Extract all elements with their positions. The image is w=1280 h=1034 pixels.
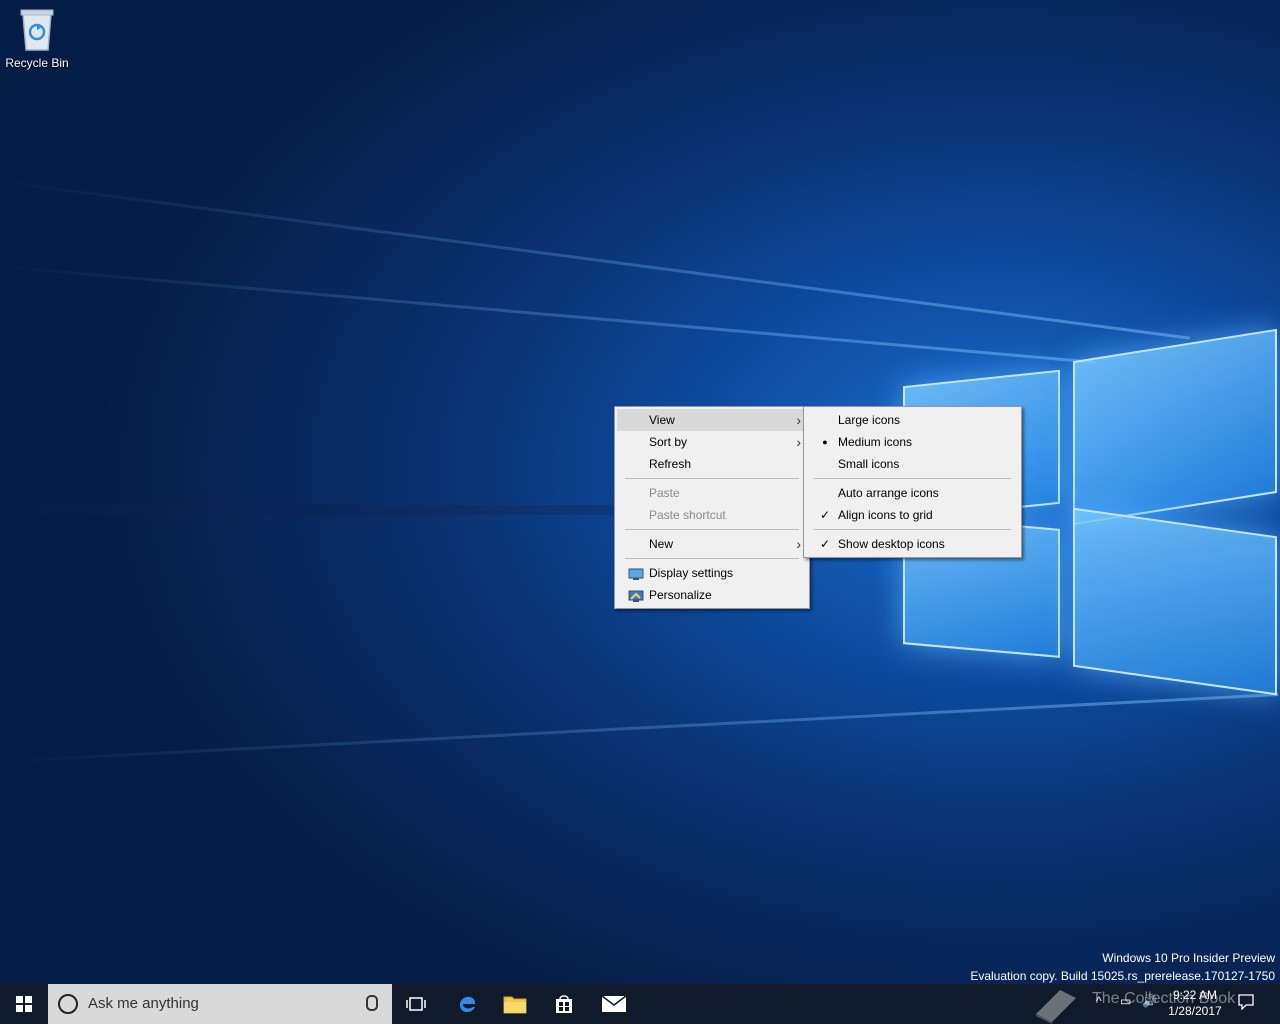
menu-separator xyxy=(814,478,1011,479)
menu-item-personalize-label: Personalize xyxy=(649,588,712,602)
watermark-build: Evaluation copy. Build 15025.rs_prerelea… xyxy=(970,969,1275,983)
large-icons-label: Large icons xyxy=(838,413,901,427)
submenu-item-show-desktop-icons[interactable]: ✓ Show desktop icons xyxy=(806,533,1019,555)
search-placeholder: Ask me anything xyxy=(88,995,199,1012)
submenu-item-small-icons[interactable]: Small icons xyxy=(806,453,1019,475)
show-hidden-icons-chevron[interactable]: ^ xyxy=(1096,994,1102,1034)
menu-item-sort-by-label: Sort by xyxy=(649,435,688,449)
medium-icons-label: Medium icons xyxy=(838,435,913,449)
view-submenu: Large icons ● Medium icons Small icons A… xyxy=(803,406,1022,558)
mail-icon xyxy=(601,995,627,1012)
menu-separator xyxy=(814,529,1011,530)
menu-separator xyxy=(625,478,799,479)
menu-item-personalize[interactable]: Personalize xyxy=(617,584,807,606)
edge-icon xyxy=(459,996,476,1013)
show-desktop-icons-label: Show desktop icons xyxy=(838,537,945,551)
auto-arrange-label: Auto arrange icons xyxy=(838,486,939,500)
clock[interactable]: 9:22 AM 1/28/2017 xyxy=(1165,987,1225,1027)
store-button[interactable] xyxy=(540,984,588,1024)
menu-item-display-settings-label: Display settings xyxy=(649,566,734,580)
recycle-bin-label: Recycle Bin xyxy=(5,56,69,70)
desktop-icon-recycle-bin[interactable]: Recycle Bin xyxy=(4,6,70,70)
chevron-right-icon: › xyxy=(796,536,801,552)
submenu-item-align-grid[interactable]: ✓ Align icons to grid xyxy=(806,504,1019,526)
submenu-item-auto-arrange[interactable]: Auto arrange icons xyxy=(806,482,1019,504)
volume-icon[interactable]: 🔊 xyxy=(1142,994,1157,1034)
menu-item-refresh[interactable]: Refresh xyxy=(617,453,807,475)
action-center-icon[interactable] xyxy=(1238,994,1254,1034)
taskbar: Ask me anything The Collection Book ^ ▭ … xyxy=(0,984,1280,1024)
clock-time: 9:22 AM xyxy=(1172,988,1218,1002)
menu-item-paste-label: Paste xyxy=(649,486,680,500)
watermark-edition: Windows 10 Pro Insider Preview xyxy=(1102,951,1275,965)
start-button[interactable] xyxy=(0,984,48,1024)
chevron-right-icon: › xyxy=(796,434,801,450)
clock-date: 1/28/2017 xyxy=(1168,1004,1222,1018)
checkmark-icon: ✓ xyxy=(819,508,831,522)
menu-item-sort-by[interactable]: Sort by › xyxy=(617,431,807,453)
network-icon[interactable]: ▭ xyxy=(1120,994,1131,1034)
personalize-icon xyxy=(627,584,645,606)
microphone-icon[interactable] xyxy=(366,995,378,1011)
submenu-item-large-icons[interactable]: Large icons xyxy=(806,409,1019,431)
build-watermark: Windows 10 Pro Insider Preview Evaluatio… xyxy=(970,949,1275,984)
display-settings-icon xyxy=(627,562,645,584)
store-icon xyxy=(556,995,572,1013)
menu-item-new-label: New xyxy=(649,537,674,551)
edge-button[interactable] xyxy=(443,984,491,1024)
menu-separator xyxy=(625,558,799,559)
menu-item-new[interactable]: New › xyxy=(617,533,807,555)
recycle-bin-icon xyxy=(17,6,57,52)
submenu-item-medium-icons[interactable]: ● Medium icons xyxy=(806,431,1019,453)
checkmark-icon: ✓ xyxy=(819,537,831,551)
tray-book-watermark xyxy=(1030,984,1100,1024)
small-icons-label: Small icons xyxy=(838,457,900,471)
menu-item-view[interactable]: View › xyxy=(617,409,807,431)
windows-logo-icon xyxy=(16,996,32,1012)
menu-item-display-settings[interactable]: Display settings xyxy=(617,562,807,584)
desktop-context-menu: View › Sort by › Refresh Paste Paste sho… xyxy=(614,406,810,609)
mail-button[interactable] xyxy=(590,984,638,1024)
folder-icon xyxy=(503,996,527,1014)
menu-item-view-label: View xyxy=(649,413,675,427)
chevron-right-icon: › xyxy=(796,412,801,428)
align-grid-label: Align icons to grid xyxy=(838,508,933,522)
menu-item-paste-shortcut-label: Paste shortcut xyxy=(649,508,726,522)
menu-separator xyxy=(625,529,799,530)
cortana-icon xyxy=(58,994,78,1014)
cortana-search-box[interactable]: Ask me anything xyxy=(48,984,392,1024)
file-explorer-button[interactable] xyxy=(491,984,539,1024)
radio-bullet-icon: ● xyxy=(822,437,828,447)
task-view-icon xyxy=(406,997,426,1011)
menu-item-paste-shortcut[interactable]: Paste shortcut xyxy=(617,504,807,526)
menu-item-refresh-label: Refresh xyxy=(649,457,692,471)
menu-item-paste[interactable]: Paste xyxy=(617,482,807,504)
task-view-button[interactable] xyxy=(392,984,440,1024)
book-icon xyxy=(1036,990,1076,1024)
